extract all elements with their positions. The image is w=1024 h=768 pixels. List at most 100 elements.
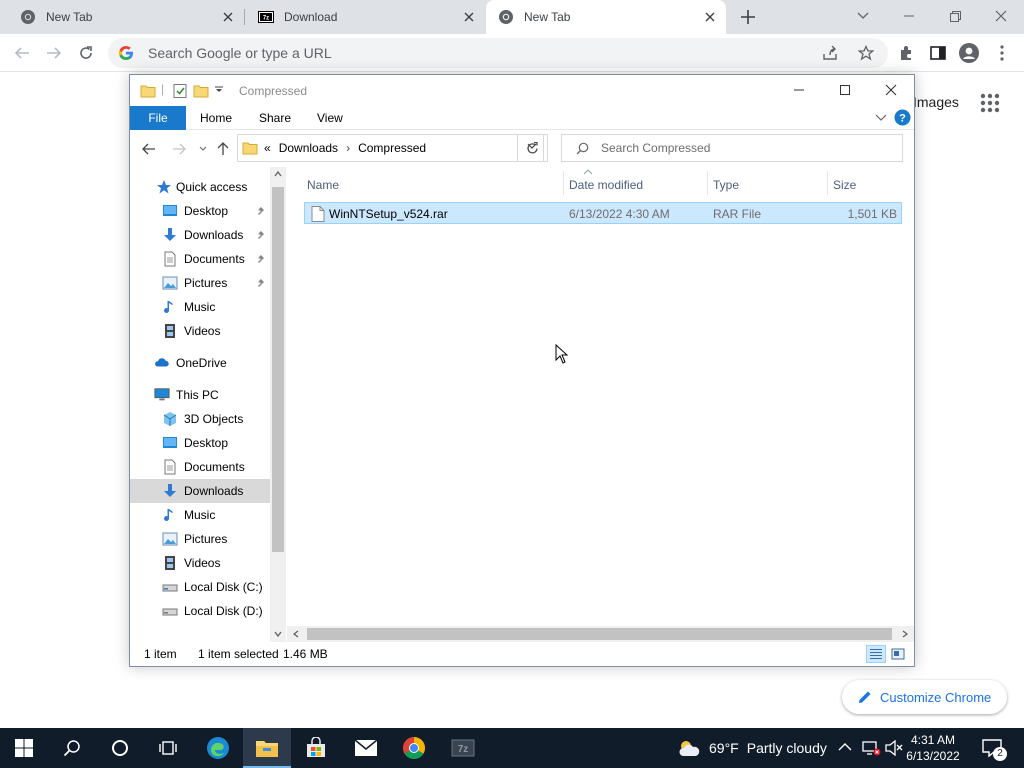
close-tab-icon[interactable]: [461, 9, 477, 25]
notification-count-badge: 2: [993, 747, 1007, 761]
taskbar-7zip[interactable]: 7z: [439, 728, 487, 768]
explorer-close-button[interactable]: [868, 75, 914, 105]
search-taskbar-button[interactable]: [48, 728, 96, 768]
nav-scrollbar-thumb[interactable]: [272, 187, 284, 552]
extensions-icon[interactable]: [894, 41, 918, 65]
new-folder-icon[interactable]: [193, 83, 209, 99]
explorer-back-button[interactable]: [139, 139, 159, 159]
ribbon-tab-view[interactable]: View: [317, 111, 343, 125]
nav-quick-music[interactable]: Music: [130, 295, 270, 319]
nav-pc-local-disk-c[interactable]: Local Disk (C:): [130, 575, 270, 599]
explorer-forward-button[interactable]: [169, 139, 189, 159]
large-icons-view-icon[interactable]: [888, 645, 908, 663]
customize-chrome-button[interactable]: Customize Chrome: [842, 680, 1007, 714]
taskbar-edge[interactable]: [194, 728, 242, 768]
ribbon-tab-share[interactable]: Share: [259, 111, 291, 125]
side-panel-icon[interactable]: [926, 41, 950, 65]
nav-pc-local-disk-d[interactable]: Local Disk (D:): [130, 599, 270, 623]
help-icon[interactable]: ?: [894, 109, 911, 126]
properties-icon[interactable]: [172, 83, 188, 99]
explorer-maximize-button[interactable]: [822, 75, 868, 105]
tab-new-tab-1[interactable]: New Tab: [0, 0, 244, 34]
tab-new-tab-active[interactable]: New Tab: [486, 0, 726, 34]
column-divider[interactable]: [827, 171, 828, 195]
expand-ribbon-icon[interactable]: [875, 114, 887, 122]
column-divider[interactable]: [707, 171, 708, 195]
new-tab-button[interactable]: [736, 5, 760, 29]
file-row[interactable]: WinNTSetup_v524.rar 6/13/2022 4:30 AM RA…: [304, 202, 902, 224]
share-icon[interactable]: [822, 45, 838, 61]
nav-quick-pictures[interactable]: Pictures: [130, 271, 270, 295]
pin-icon: [258, 279, 264, 287]
column-header-date-modified[interactable]: Date modified: [569, 178, 643, 192]
close-tab-icon[interactable]: [220, 9, 236, 25]
nav-pc-desktop[interactable]: Desktop: [130, 431, 270, 455]
ribbon-tab-file[interactable]: File: [130, 106, 186, 130]
nav-pc-music[interactable]: Music: [130, 503, 270, 527]
nav-quick-desktop[interactable]: Desktop: [130, 199, 270, 223]
ribbon-tab-home[interactable]: Home: [200, 111, 232, 125]
minimize-button[interactable]: [886, 0, 932, 32]
close-window-button[interactable]: [978, 0, 1024, 32]
scroll-left-icon[interactable]: [293, 630, 299, 638]
omnibox-placeholder: Search Google or type a URL: [148, 45, 332, 61]
address-bar[interactable]: « Downloads › Compressed: [237, 134, 544, 162]
column-header-size[interactable]: Size: [833, 178, 856, 192]
cortana-button[interactable]: [96, 728, 144, 768]
horizontal-scrollbar[interactable]: [287, 626, 914, 642]
scroll-right-icon[interactable]: [902, 630, 908, 638]
column-divider[interactable]: [563, 171, 564, 195]
scroll-down-icon[interactable]: [274, 631, 282, 637]
task-view-button[interactable]: [144, 728, 192, 768]
cortana-circle-icon: [112, 740, 128, 756]
breadcrumb-downloads[interactable]: Downloads: [279, 141, 338, 155]
nav-quick-documents[interactable]: Documents: [130, 247, 270, 271]
scroll-up-icon[interactable]: [274, 171, 282, 177]
up-folder-button[interactable]: [213, 139, 233, 159]
nav-quick-downloads[interactable]: Downloads: [130, 223, 270, 247]
taskbar-file-explorer[interactable]: [243, 728, 291, 768]
tab-search-icon[interactable]: [840, 0, 886, 32]
search-box[interactable]: Search Compressed: [561, 134, 903, 162]
google-apps-icon[interactable]: [980, 93, 1000, 113]
column-header-name[interactable]: Name: [307, 178, 339, 192]
refresh-button[interactable]: [517, 134, 548, 162]
images-link[interactable]: Images: [913, 94, 959, 110]
nav-pc-videos[interactable]: Videos: [130, 551, 270, 575]
taskbar-chrome[interactable]: [390, 728, 438, 768]
nav-this-pc[interactable]: This PC: [130, 383, 270, 407]
profile-avatar-icon[interactable]: [957, 41, 981, 65]
reload-button[interactable]: [74, 41, 98, 65]
bookmark-star-icon[interactable]: [858, 45, 874, 61]
restore-button[interactable]: [932, 0, 978, 32]
nav-pc-documents[interactable]: Documents: [130, 455, 270, 479]
horizontal-scrollbar-thumb[interactable]: [307, 628, 892, 640]
customize-qa-dropdown-icon[interactable]: [214, 86, 224, 94]
omnibox[interactable]: Search Google or type a URL: [108, 38, 888, 68]
tab-download[interactable]: 7z Download: [244, 0, 485, 34]
breadcrumb-prefix[interactable]: «: [264, 141, 271, 155]
start-button[interactable]: [0, 728, 48, 768]
nav-quick-access[interactable]: Quick access: [130, 175, 270, 199]
details-view-icon[interactable]: [866, 645, 886, 663]
nav-pc-pictures[interactable]: Pictures: [130, 527, 270, 551]
system-clock[interactable]: 4:31 AM 6/13/2022: [898, 732, 968, 764]
close-tab-icon[interactable]: [702, 9, 718, 25]
back-button[interactable]: [10, 41, 34, 65]
breadcrumb-compressed[interactable]: Compressed: [358, 141, 426, 155]
column-header-type[interactable]: Type: [713, 178, 739, 192]
taskbar-store[interactable]: [292, 728, 340, 768]
taskbar-mail[interactable]: [342, 728, 390, 768]
weather-widget[interactable]: 69°F Partly cloudy: [677, 728, 827, 768]
recent-locations-dropdown-icon[interactable]: [193, 139, 213, 159]
explorer-minimize-button[interactable]: [776, 75, 822, 105]
show-hidden-icons-chevron-icon[interactable]: [838, 742, 852, 752]
breadcrumb-separator[interactable]: ›: [346, 141, 350, 155]
nav-pc-3d-objects[interactable]: 3D Objects: [130, 407, 270, 431]
nav-quick-videos[interactable]: Videos: [130, 319, 270, 343]
forward-button[interactable]: [42, 41, 66, 65]
chrome-menu-icon[interactable]: [990, 41, 1014, 65]
network-icon[interactable]: [861, 740, 881, 756]
nav-onedrive[interactable]: OneDrive: [130, 351, 270, 375]
nav-pc-downloads[interactable]: Downloads: [130, 479, 270, 503]
